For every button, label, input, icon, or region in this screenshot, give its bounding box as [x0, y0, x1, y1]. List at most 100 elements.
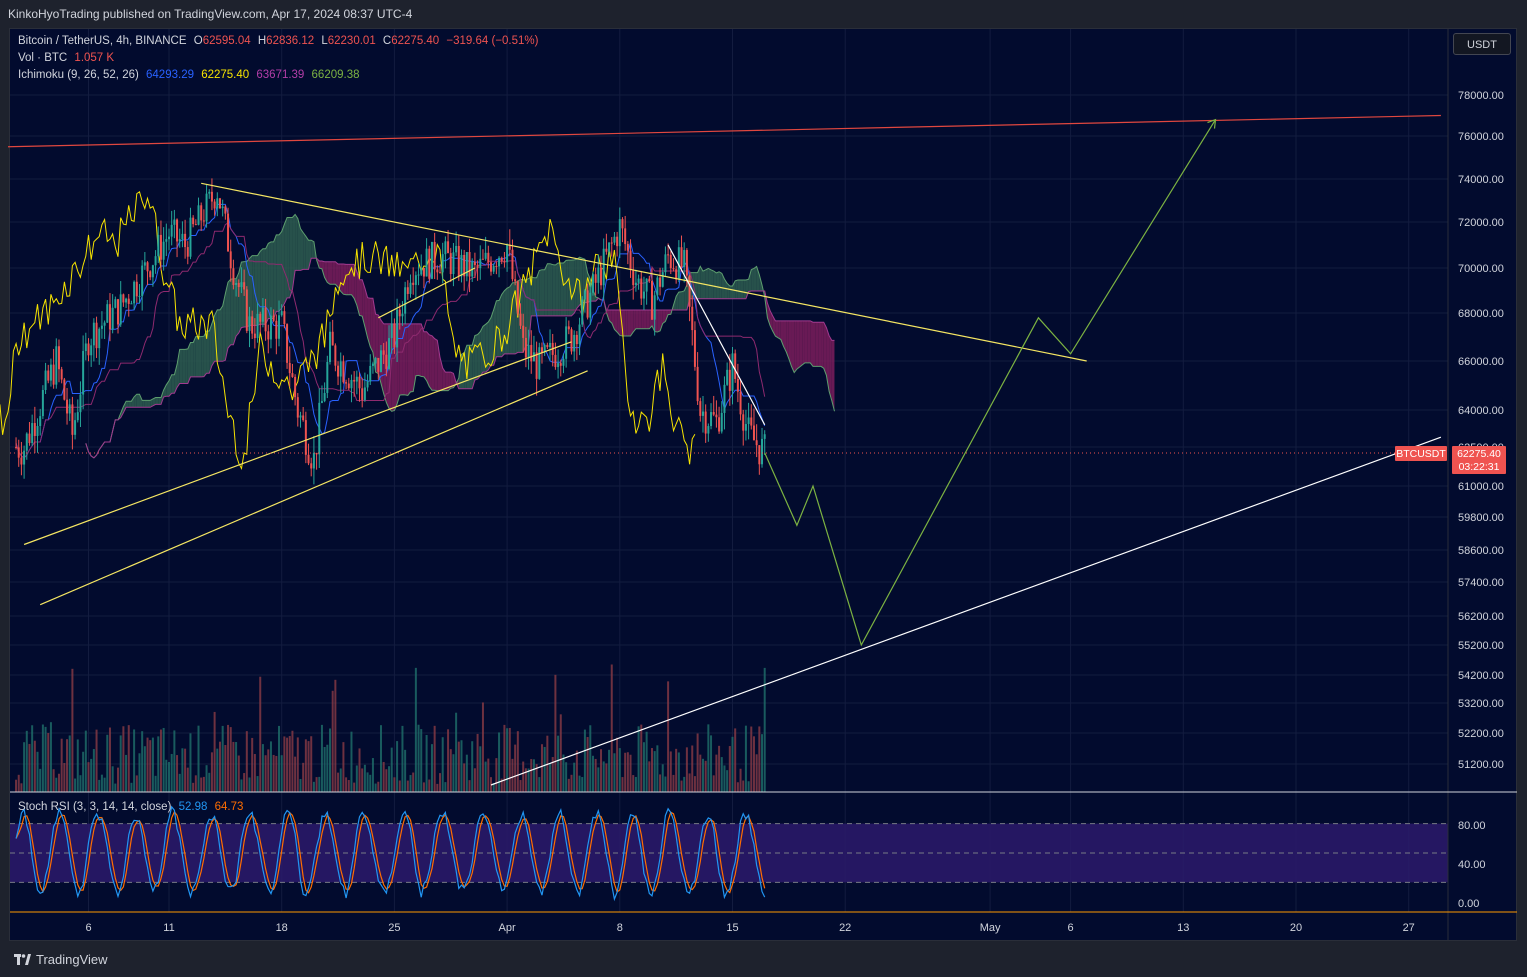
candle-body — [401, 313, 404, 317]
candle-body — [248, 316, 251, 331]
candle-body — [379, 350, 382, 372]
volume-bar — [409, 775, 412, 792]
candle-body — [669, 254, 672, 269]
cloud-segment — [558, 263, 561, 316]
volume-bar — [441, 737, 444, 792]
low-label: L — [321, 35, 328, 47]
cloud-segment — [311, 240, 314, 259]
volume-bar — [669, 751, 672, 792]
cloud-segment — [810, 320, 813, 367]
volume-bar — [379, 725, 382, 792]
trend-line-yellow — [39, 370, 588, 606]
stoch-tick-label: 80.00 — [1458, 820, 1486, 832]
volume-bar — [583, 729, 586, 792]
candle-body — [535, 352, 538, 379]
volume-bar — [345, 777, 348, 792]
candle-body — [243, 282, 246, 290]
candle-body — [165, 239, 168, 242]
volume-bar — [106, 734, 109, 792]
volume-bar — [90, 758, 93, 792]
x-tick-label: 8 — [617, 922, 623, 934]
volume-bar — [736, 782, 739, 792]
volume-bar — [557, 735, 560, 792]
candle-body — [624, 228, 627, 245]
candle-body — [103, 322, 106, 326]
candle-body — [208, 191, 211, 194]
trend-line-yellow — [23, 341, 572, 546]
candle-body — [739, 391, 742, 415]
candle-body — [457, 245, 460, 277]
stoch-legend: Stoch RSI (3, 3, 14, 14, close) 52.98 64… — [18, 801, 247, 813]
volume-bar — [23, 742, 26, 792]
volume-bar — [460, 740, 463, 792]
volume-bar — [573, 762, 576, 792]
volume-bar — [642, 742, 645, 792]
volume-bar — [79, 775, 82, 792]
volume-bar — [498, 732, 501, 792]
volume-bar — [363, 764, 366, 792]
cloud-segment — [399, 323, 403, 396]
candle-body — [667, 254, 670, 256]
y-tick-label: 78000.00 — [1458, 90, 1504, 102]
volume-bar — [605, 763, 608, 792]
cloud-segment — [126, 401, 129, 408]
candle-body — [557, 363, 560, 368]
price-chart[interactable]: 78000.00 76000.00 74000.00 72000.00 70000.00… — [0, 0, 1527, 977]
volume-bar — [108, 727, 111, 792]
cloud-segment — [705, 268, 709, 299]
candle-body — [111, 307, 114, 330]
candle-body — [100, 325, 103, 329]
volume-bar — [178, 773, 181, 792]
candle-body — [299, 415, 302, 418]
high-value: 62836.12 — [266, 35, 315, 47]
candle-body — [763, 434, 766, 439]
volume-bar — [235, 742, 238, 792]
candle-body — [170, 224, 173, 237]
volume-bar — [286, 737, 289, 792]
candle-body — [433, 241, 436, 270]
candle-body — [661, 272, 664, 287]
candle-body — [57, 346, 60, 370]
volume-bar — [516, 731, 519, 792]
candle-body — [162, 241, 165, 260]
candle-body — [310, 463, 313, 469]
candle-body — [84, 343, 87, 352]
volume-bar — [229, 727, 232, 792]
volume-bar — [181, 748, 184, 792]
volume-bar — [189, 733, 192, 792]
volume-bar — [186, 767, 189, 792]
volume-bar — [449, 749, 452, 792]
volume-bar — [342, 742, 345, 792]
candle-body — [176, 219, 179, 242]
candle-body — [441, 254, 444, 273]
volume-bar — [422, 782, 425, 792]
volume-bar — [723, 765, 726, 792]
stoch-d-value: 64.73 — [214, 801, 244, 813]
candle-body — [484, 252, 487, 259]
volume-bar — [141, 731, 144, 792]
candle-body — [350, 379, 353, 389]
volume-bar — [661, 764, 664, 792]
candle-body — [396, 309, 399, 348]
volume-bar — [685, 747, 688, 792]
volume-bar — [656, 745, 659, 792]
tradingview-logo[interactable]: TradingView — [14, 952, 108, 967]
volume-bar — [744, 725, 747, 792]
volume-bar — [651, 748, 653, 792]
candle-body — [752, 425, 755, 441]
cloud-segment — [144, 400, 148, 408]
candle-body — [514, 279, 517, 282]
cloud-segment — [563, 260, 567, 316]
volume-bar — [704, 760, 707, 792]
cloud-segment — [735, 280, 738, 299]
cloud-segment — [289, 217, 293, 298]
currency-button[interactable]: USDT — [1453, 33, 1511, 55]
candle-body — [538, 347, 541, 379]
volume-bar — [82, 751, 85, 792]
volume-bar — [712, 775, 715, 792]
cloud-segment — [614, 309, 618, 333]
volume-bar — [218, 741, 221, 792]
cloud-segment — [303, 232, 306, 270]
volume-bar — [361, 768, 364, 792]
candle-body — [398, 309, 401, 317]
